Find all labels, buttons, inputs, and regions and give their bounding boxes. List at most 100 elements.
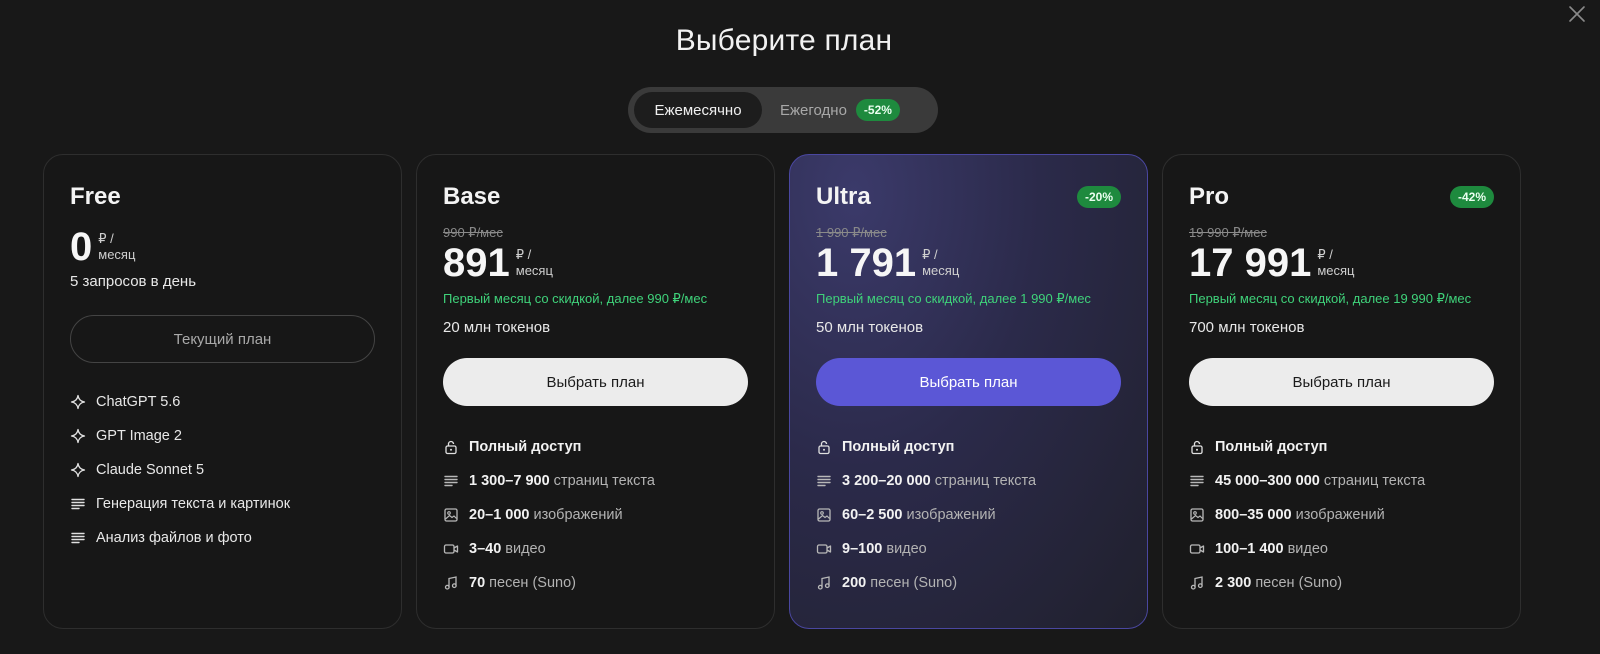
feature-text: ChatGPT 5.6 [96,394,181,410]
feature-item: Анализ файлов и фото [70,521,375,555]
feature-value: 9–100 [842,541,883,557]
sparkle-icon [70,462,86,478]
text-lines-icon [1189,473,1205,489]
feature-access: Полный доступ [816,430,1121,464]
text-lines-icon [443,473,459,489]
plan-tokens: 700 млн токенов [1189,319,1305,336]
promo-text: Первый месяц со скидкой, далее 19 990 ₽/… [1189,291,1472,306]
feature-list: ChatGPT 5.6 GPT Image 2 Claude Sonnet 5 … [70,385,375,555]
feature-label: страниц текста [934,473,1037,489]
choose-plan-button[interactable]: Выбрать план [443,358,748,406]
feature-images: 800–35 000 изображений [1189,498,1494,532]
feature-label: страниц текста [553,473,655,489]
price-unit: ₽ / месяц [1317,241,1354,279]
feature-value: 70 [469,575,486,591]
price-unit: ₽ / месяц [98,225,135,263]
price-unit: ₽ / месяц [516,241,553,279]
feature-item: Claude Sonnet 5 [70,453,375,487]
promo-text: Первый месяц со скидкой, далее 1 990 ₽/м… [816,291,1091,306]
music-note-icon [1189,575,1205,591]
billing-toggle: Ежемесячно Ежегодно -52% [628,87,938,133]
discount-badge: -20% [1076,186,1121,208]
price-unit-period: месяц [1317,263,1355,278]
billing-yearly-label: Ежегодно [780,101,847,119]
feature-label: изображений [533,507,623,523]
plan-card-base: Base 990 ₽/мес 891 ₽ / месяц Первый меся… [416,154,775,629]
yearly-discount-badge: -52% [855,99,900,121]
plan-price: 17 991 [1189,241,1312,285]
old-price: 19 990 ₽/мес [1189,225,1267,240]
feature-pages: 1 300–7 900 страниц текста [443,464,748,498]
feature-value: 1 300–7 900 [469,473,550,489]
feature-songs: 70 песен (Suno) [443,566,748,600]
feature-access: Полный доступ [1189,430,1494,464]
lock-open-icon [1189,439,1205,455]
current-plan-button[interactable]: Текущий план [70,315,375,363]
plan-name: Pro [1189,183,1230,210]
feature-video: 3–40 видео [443,532,748,566]
text-lines-icon [816,473,832,489]
feature-label: видео [886,541,927,557]
sparkle-icon [70,394,86,410]
plan-tokens: 50 млн токенов [816,319,924,336]
feature-text: Полный доступ [842,439,955,455]
music-note-icon [816,575,832,591]
feature-value: 3 200–20 000 [842,473,931,489]
feature-text: Claude Sonnet 5 [96,462,205,478]
price-unit-currency: ₽ / [922,247,938,262]
choose-plan-button[interactable]: Выбрать план [816,358,1121,406]
billing-yearly-option[interactable]: Ежегодно -52% [768,92,900,128]
image-icon [816,507,832,523]
feature-list: Полный доступ 3 200–20 000 страниц текст… [816,430,1121,600]
feature-value: 45 000–300 000 [1215,473,1320,489]
price-unit-currency: ₽ / [515,247,532,262]
feature-songs: 2 300 песен (Suno) [1189,566,1494,600]
plan-price: 1 791 [816,241,917,285]
billing-monthly-option[interactable]: Ежемесячно [634,92,762,128]
lock-open-icon [816,439,832,455]
price-unit: ₽ / месяц [922,241,959,279]
plan-requests: 5 запросов в день [70,273,197,290]
feature-text: Полный доступ [1215,439,1328,455]
plan-name: Base [443,183,501,210]
feature-pages: 45 000–300 000 страниц текста [1189,464,1494,498]
feature-label: песен (Suno) [1255,575,1343,591]
feature-access: Полный доступ [443,430,748,464]
feature-text: GPT Image 2 [96,428,182,444]
plan-tokens: 20 млн токенов [443,319,551,336]
feature-list: Полный доступ 1 300–7 900 страниц текста… [443,430,748,600]
feature-label: песен (Suno) [870,575,958,591]
discount-badge: -42% [1449,186,1494,208]
feature-item: Генерация текста и картинок [70,487,375,521]
video-camera-icon [1189,541,1205,557]
plan-card-pro: Pro -42% 19 990 ₽/мес 17 991 ₽ / месяц П… [1162,154,1521,629]
feature-value: 800–35 000 [1215,507,1292,523]
video-camera-icon [443,541,459,557]
plan-name: Ultra [816,183,871,210]
feature-value: 20–1 000 [469,507,530,523]
feature-images: 20–1 000 изображений [443,498,748,532]
price-unit-currency: ₽ / [1317,247,1333,262]
pricing-modal: Выберите план Ежемесячно Ежегодно -52% F… [0,0,1600,654]
feature-video: 9–100 видео [816,532,1121,566]
old-price: 1 990 ₽/мес [816,225,887,240]
feature-item: GPT Image 2 [70,419,375,453]
feature-text: Полный доступ [469,439,582,455]
choose-plan-button[interactable]: Выбрать план [1189,358,1494,406]
feature-value: 2 300 [1215,575,1252,591]
feature-label: изображений [906,507,996,523]
sparkle-icon [70,428,86,444]
feature-item: ChatGPT 5.6 [70,385,375,419]
plan-name: Free [70,183,121,210]
page-title: Выберите план [675,24,893,57]
feature-label: изображений [1295,507,1385,523]
feature-images: 60–2 500 изображений [816,498,1121,532]
feature-text: Генерация текста и картинок [96,496,291,512]
close-icon[interactable] [1566,3,1588,25]
price-unit-currency: ₽ / [98,231,114,246]
price-unit-period: месяц [922,263,960,278]
feature-value: 200 [842,575,867,591]
plan-price: 891 [443,241,510,285]
feature-label: песен (Suno) [489,575,576,591]
music-note-icon [443,575,459,591]
